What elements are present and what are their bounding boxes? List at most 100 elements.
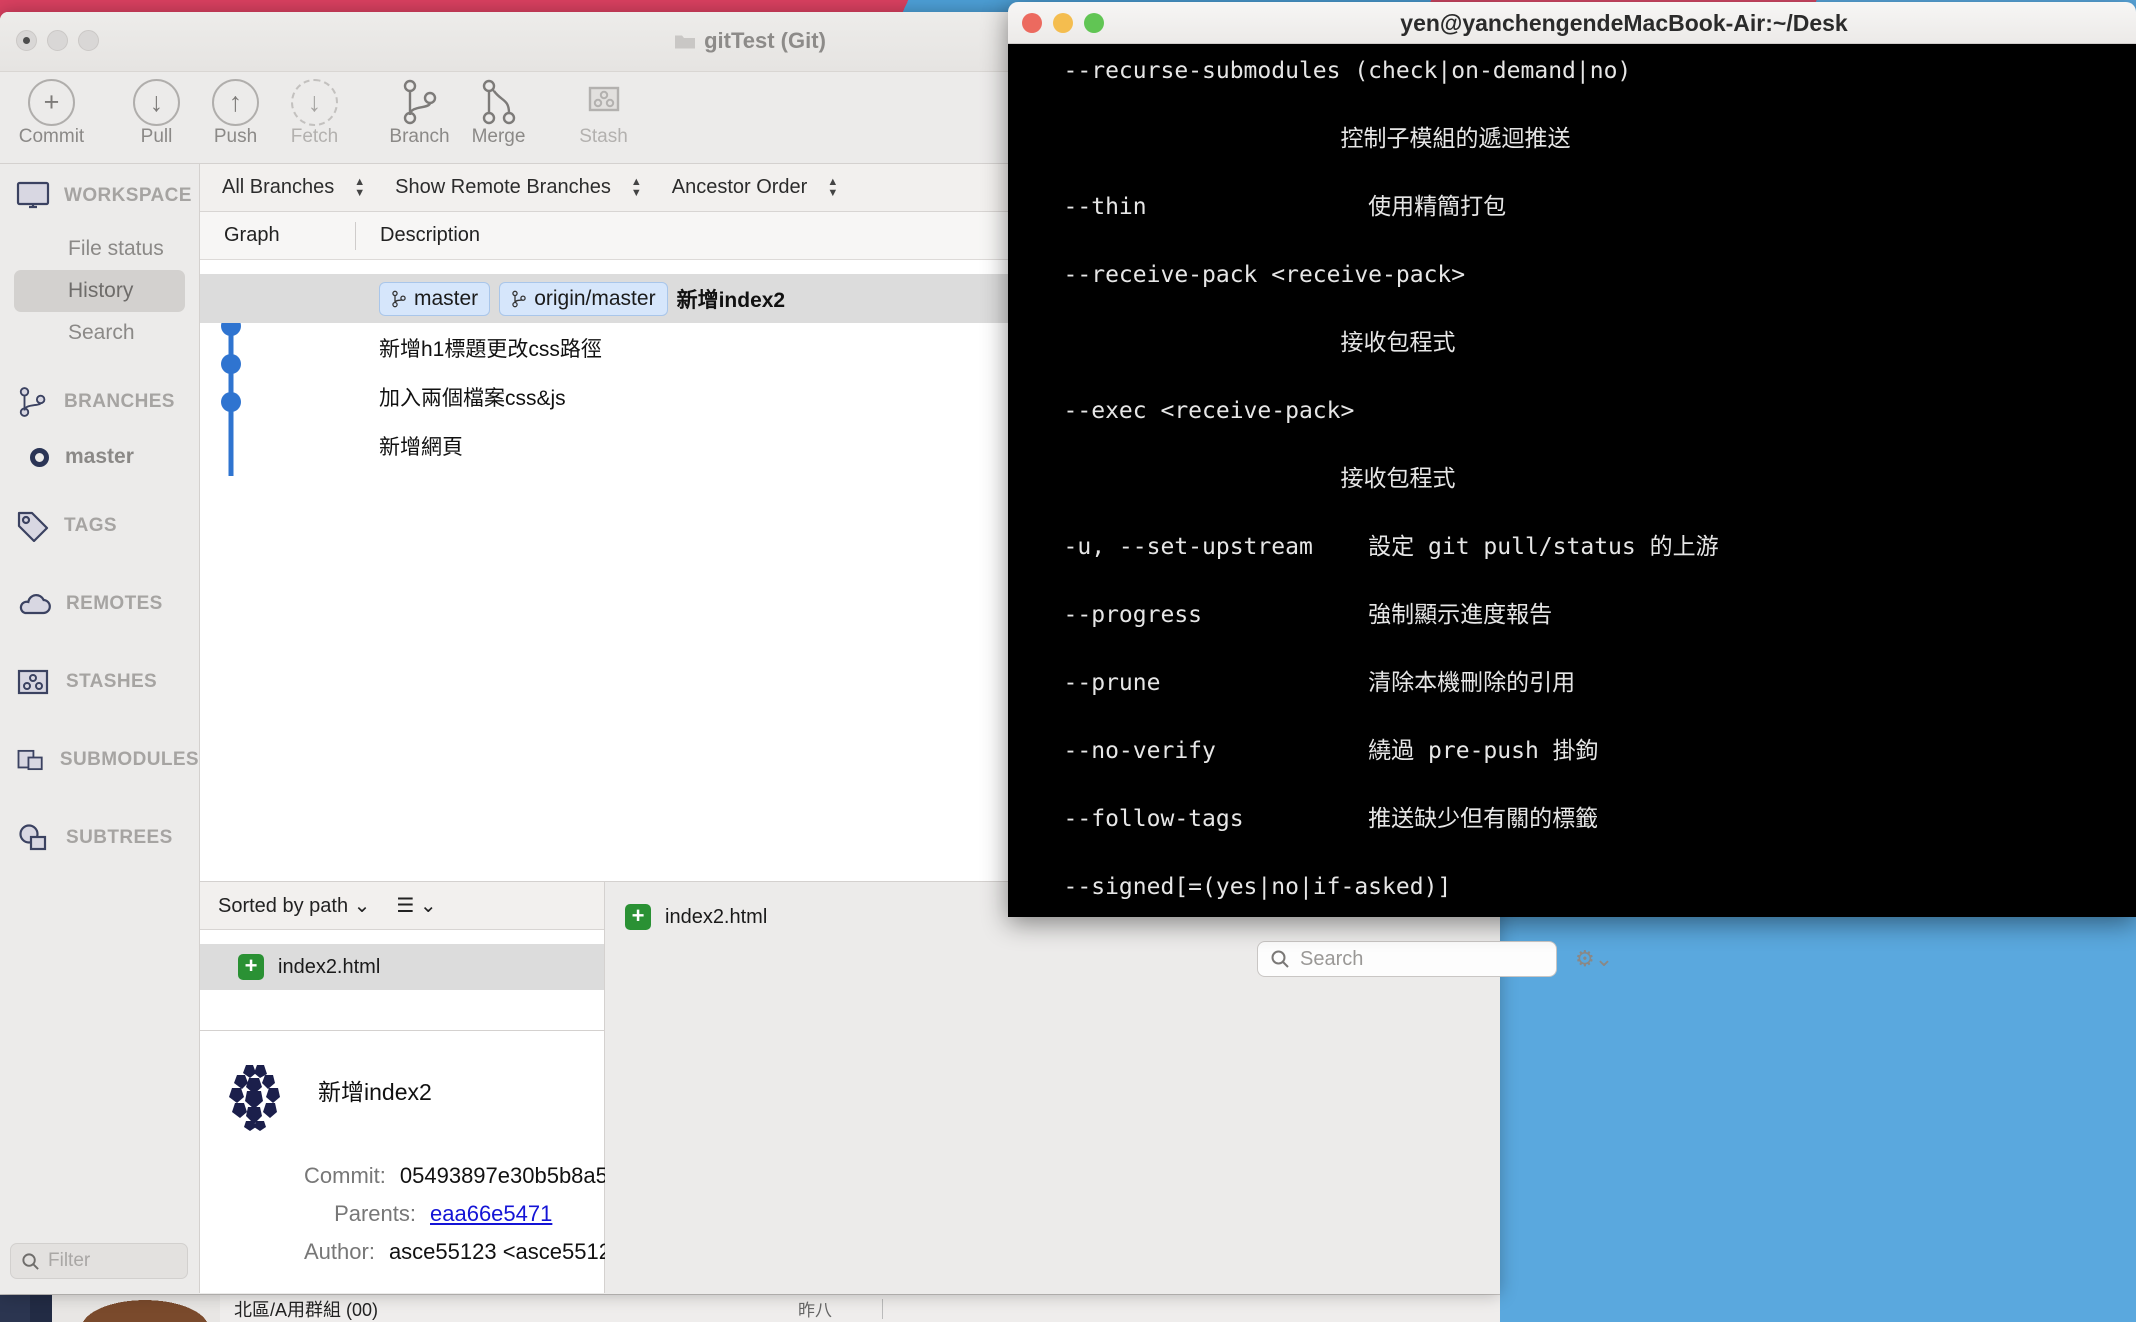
- filter-input[interactable]: Filter: [10, 1243, 188, 1279]
- cloud-icon: [16, 591, 52, 617]
- tag-icon: [16, 510, 50, 542]
- sidebar-group-submodules[interactable]: SUBMODULES: [0, 728, 199, 792]
- merge-button[interactable]: Merge: [459, 72, 538, 148]
- terminal-window: yen@yanchengendeMacBook-Air:~/Desk --rec…: [1008, 2, 2136, 917]
- chevron-updown-icon: ▲▼: [631, 178, 642, 198]
- sidebar-group-workspace[interactable]: WORKSPACE: [0, 164, 199, 228]
- list-view-dropdown[interactable]: ☰ ⌄: [396, 893, 436, 918]
- list-item[interactable]: + index2.html: [200, 944, 604, 990]
- terminal-line: --signed[=(yes|no|if-asked)]: [1022, 870, 2136, 904]
- chevron-down-icon: ⌄: [420, 895, 437, 917]
- search-widget: Search ⚙⌄: [1257, 941, 1613, 977]
- search-icon: [1270, 949, 1290, 969]
- sort-by-path-dropdown[interactable]: Sorted by path ⌄: [218, 893, 370, 918]
- sidebar-group-stashes[interactable]: STASHES: [0, 650, 199, 714]
- fetch-label: Fetch: [275, 126, 354, 148]
- sidebar-group-label: WORKSPACE: [64, 185, 192, 207]
- sidebar-group-branches[interactable]: BRANCHES: [0, 370, 199, 434]
- sidebar-group-tags[interactable]: TAGS: [0, 494, 199, 558]
- sidebar: WORKSPACE File status History Search BRA…: [0, 164, 200, 1293]
- terminal-line: -u, --set-upstream 設定 git pull/status 的上…: [1022, 530, 2136, 564]
- terminal-window-controls[interactable]: [1022, 13, 1104, 33]
- folder-icon: [674, 32, 696, 50]
- terminal-close-button[interactable]: [1022, 13, 1042, 33]
- commit-field-commit: Commit: 05493897e30b5b8a5acb1a: [304, 1163, 604, 1189]
- window-title-text: gitTest (Git): [704, 28, 826, 54]
- chevron-down-icon: ⌄: [354, 895, 371, 917]
- plus-circle-icon: +: [12, 74, 91, 130]
- ref-label-master[interactable]: master: [379, 282, 490, 316]
- branch-button[interactable]: Branch: [380, 72, 459, 148]
- commit-message: 加入兩個檔案css&js: [355, 382, 566, 412]
- commit-button[interactable]: + Commit: [12, 72, 91, 148]
- field-key: Commit:: [304, 1163, 386, 1189]
- all-branches-select[interactable]: All Branches ▲▼: [222, 176, 365, 199]
- arrow-down-circle-icon: ↓: [117, 74, 196, 130]
- commit-message: 新增index2: [677, 284, 786, 314]
- bg-avatar: [70, 1295, 220, 1322]
- terminal-line: --progress 強制顯示進度報告: [1022, 598, 2136, 632]
- commit-field-author: Author: asce55123 <asce55123@: [304, 1239, 604, 1265]
- sidebar-group-label: REMOTES: [66, 593, 163, 615]
- commit-label: Commit: [12, 126, 91, 148]
- terminal-line: --follow-tags 推送缺少但有關的標籤: [1022, 802, 2136, 836]
- terminal-line: --prune 清除本機刪除的引用: [1022, 666, 2136, 700]
- sidebar-item-file-status[interactable]: File status: [14, 228, 185, 270]
- ref-label-origin-master[interactable]: origin/master: [499, 282, 667, 316]
- identicon-avatar: [218, 1059, 292, 1133]
- filter-placeholder: Filter: [48, 1250, 90, 1272]
- background-window-strip: 北區/A用群組 (00) 昨八: [0, 1294, 1500, 1322]
- fetch-button[interactable]: ↓ Fetch: [275, 72, 354, 148]
- terminal-maximize-button[interactable]: [1084, 13, 1104, 33]
- branch-dot-icon: [30, 448, 49, 467]
- terminal-minimize-button[interactable]: [1053, 13, 1073, 33]
- bg-window-text: 北區/A用群組 (00): [234, 1296, 378, 1322]
- column-header-graph[interactable]: Graph: [200, 224, 355, 247]
- sidebar-group-subtrees[interactable]: SUBTREES: [0, 806, 199, 870]
- terminal-title: yen@yanchengendeMacBook-Air:~/Desk: [1128, 10, 2120, 37]
- monitor-icon: [16, 181, 50, 211]
- file-list-top-spacer: [200, 930, 604, 944]
- search-placeholder: Search: [1300, 948, 1363, 971]
- sidebar-item-search[interactable]: Search: [14, 312, 185, 354]
- push-label: Push: [196, 126, 275, 148]
- column-header-description[interactable]: Description: [356, 224, 480, 247]
- list-view-icon: ☰: [396, 895, 414, 917]
- branch-icon: [511, 290, 527, 308]
- commit-detail-header: 新增index2: [218, 1059, 604, 1133]
- show-remote-branches-select[interactable]: Show Remote Branches ▲▼: [395, 176, 642, 199]
- sidebar-group-remotes[interactable]: REMOTES: [0, 572, 199, 636]
- sidebar-branch-master[interactable]: master: [0, 434, 199, 480]
- file-list-bottom-spacer: [200, 990, 604, 1030]
- search-input[interactable]: Search: [1257, 941, 1557, 977]
- terminal-titlebar: yen@yanchengendeMacBook-Air:~/Desk: [1008, 2, 2136, 44]
- branch-icon: [391, 290, 407, 308]
- terminal-line: --recurse-submodules (check|on-demand|no…: [1022, 54, 2136, 88]
- pull-button[interactable]: ↓ Pull: [117, 72, 196, 148]
- gear-icon[interactable]: ⚙⌄: [1575, 946, 1613, 972]
- terminal-line: --receive-pack <receive-pack>: [1022, 258, 2136, 292]
- submodule-icon: [16, 745, 46, 775]
- sort-label: Sorted by path: [218, 895, 348, 917]
- merge-label: Merge: [459, 126, 538, 148]
- stash-label: Stash: [564, 126, 643, 148]
- sidebar-item-history[interactable]: History: [14, 270, 185, 312]
- chevron-updown-icon: ▲▼: [827, 178, 838, 198]
- terminal-output[interactable]: --recurse-submodules (check|on-demand|no…: [1008, 44, 2136, 917]
- branch-icon: [16, 385, 50, 419]
- parent-link[interactable]: eaa66e5471: [430, 1201, 552, 1227]
- commit-detail-fields: Commit: 05493897e30b5b8a5acb1a Parents: …: [218, 1163, 604, 1265]
- ref-label-text: origin/master: [534, 287, 655, 311]
- push-button[interactable]: ↑ Push: [196, 72, 275, 148]
- arrow-up-circle-icon: ↑: [196, 74, 275, 130]
- file-list-panel: Sorted by path ⌄ ☰ ⌄ + index2.html: [200, 882, 605, 1293]
- terminal-line: --exec <receive-pack>: [1022, 394, 2136, 428]
- sidebar-group-label: SUBTREES: [66, 827, 173, 849]
- field-key: Author:: [304, 1239, 375, 1265]
- ancestor-order-select[interactable]: Ancestor Order ▲▼: [672, 176, 839, 199]
- bg-divider: [882, 1299, 883, 1319]
- sidebar-group-label: TAGS: [64, 515, 117, 537]
- sidebar-group-label: STASHES: [66, 671, 157, 693]
- ref-label-text: master: [414, 287, 478, 311]
- stash-button[interactable]: Stash: [564, 72, 643, 148]
